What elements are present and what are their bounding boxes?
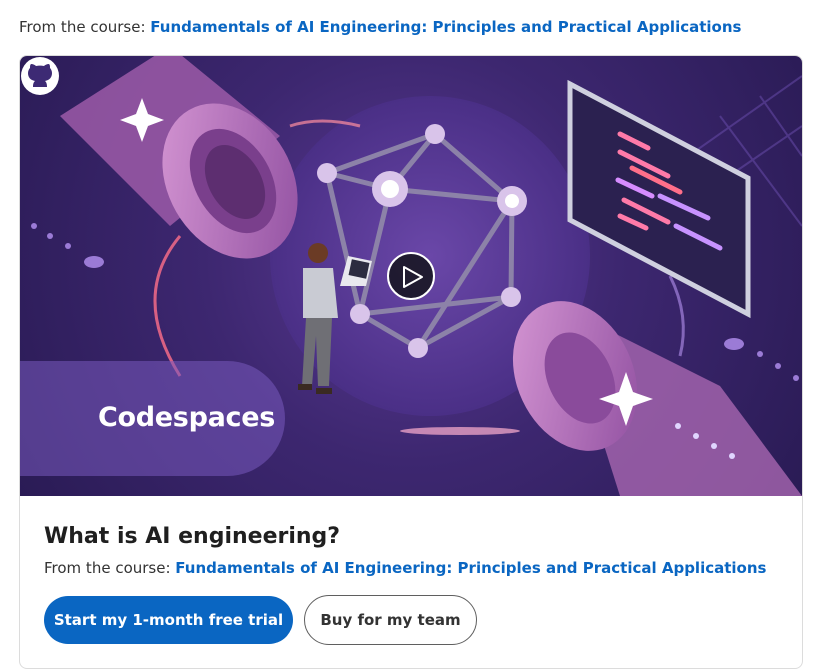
video-thumbnail[interactable]: Codespaces — [20, 56, 802, 496]
buy-for-team-button[interactable]: Buy for my team — [304, 595, 477, 645]
course-source-line: From the course: Fundamentals of AI Engi… — [19, 16, 741, 38]
card-course-link[interactable]: Fundamentals of AI Engineering: Principl… — [175, 559, 766, 577]
play-button[interactable] — [387, 252, 435, 300]
start-free-trial-button[interactable]: Start my 1-month free trial — [44, 596, 293, 644]
brand-name: Codespaces — [98, 402, 276, 433]
video-card: Codespaces What is AI engineering? From … — [19, 55, 803, 669]
cylinder-bottom-right — [512, 301, 802, 496]
video-title: What is AI engineering? — [44, 524, 341, 549]
card-course-line: From the course: Fundamentals of AI Engi… — [44, 557, 766, 579]
course-prefix: From the course: — [19, 18, 146, 36]
course-link[interactable]: Fundamentals of AI Engineering: Principl… — [150, 18, 741, 36]
play-icon — [403, 266, 423, 288]
card-course-prefix: From the course: — [44, 559, 171, 577]
github-icon — [21, 57, 59, 95]
